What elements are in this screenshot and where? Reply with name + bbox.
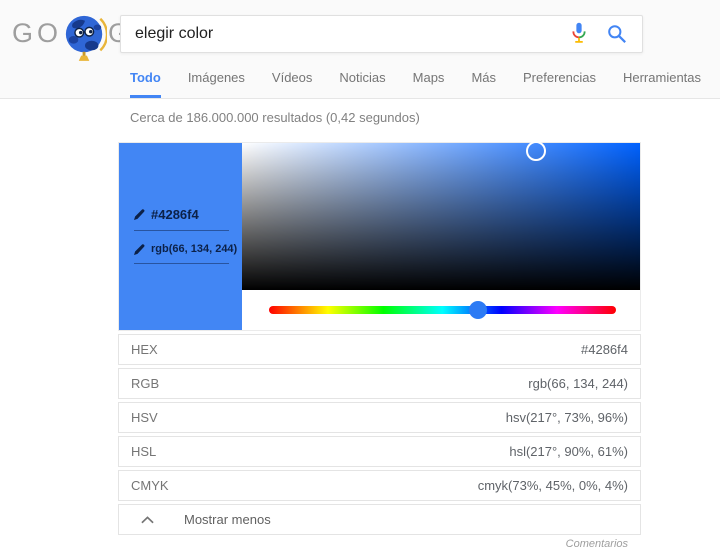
result-stats: Cerca de 186.000.000 resultados (0,42 se… (130, 110, 420, 125)
tab-maps[interactable]: Maps (413, 70, 445, 98)
hex-value-label: #4286f4 (151, 207, 199, 222)
pencil-icon (134, 209, 145, 220)
rgb-value-label: rgb(66, 134, 244) (151, 243, 238, 255)
color-values-table: HEX #4286f4 RGB rgb(66, 134, 244) HSV hs… (118, 334, 641, 535)
table-row-cmyk: CMYK cmyk(73%, 45%, 0%, 4%) (118, 470, 641, 501)
row-value: rgb(66, 134, 244) (528, 376, 628, 391)
saturation-value-gradient[interactable] (242, 141, 640, 290)
search-header: GO GLE (0, 0, 720, 99)
tab-videos[interactable]: Vídeos (272, 70, 312, 98)
logo-text-left: GO (12, 17, 63, 48)
show-less-label: Mostrar menos (184, 512, 271, 527)
google-search-page: GO GLE (0, 0, 720, 560)
hue-slider-track[interactable] (269, 306, 616, 314)
tab-todo[interactable]: Todo (130, 70, 161, 98)
search-input[interactable] (121, 16, 560, 52)
hue-slider-thumb[interactable] (469, 301, 487, 319)
table-row-hsv: HSV hsv(217°, 73%, 96%) (118, 402, 641, 433)
table-row-hsl: HSL hsl(217°, 90%, 61%) (118, 436, 641, 467)
show-less-button[interactable]: Mostrar menos (118, 504, 641, 535)
globe-doodle-icon (65, 15, 108, 61)
microphone-icon (572, 22, 586, 43)
row-label: HEX (131, 342, 158, 357)
hex-edit-field[interactable]: #4286f4 (134, 207, 229, 231)
selected-color-panel: #4286f4 rgb(66, 134, 244) (119, 143, 242, 330)
tab-mas[interactable]: Más (471, 70, 496, 98)
row-label: CMYK (131, 478, 169, 493)
pencil-icon (134, 243, 145, 255)
chevron-up-icon (141, 515, 154, 524)
color-selection-marker[interactable] (526, 141, 546, 161)
color-picker-widget: #4286f4 rgb(66, 134, 244) HEX #4286f4 RG… (118, 141, 641, 538)
tab-preferencias[interactable]: Preferencias (523, 70, 596, 98)
feedback-link[interactable]: Comentarios (566, 538, 628, 550)
row-value: cmyk(73%, 45%, 0%, 4%) (477, 478, 628, 493)
row-value: hsv(217°, 73%, 96%) (505, 410, 628, 425)
rgb-edit-field[interactable]: rgb(66, 134, 244) (134, 243, 237, 264)
row-label: RGB (131, 376, 160, 391)
result-tabs: Todo Imágenes Vídeos Noticias Maps Más P… (130, 70, 701, 98)
row-label: HSL (131, 444, 157, 459)
row-label: HSV (131, 410, 158, 425)
magnifier-icon (608, 25, 626, 43)
row-value: hsl(217°, 90%, 61%) (509, 444, 628, 459)
tab-noticias[interactable]: Noticias (339, 70, 385, 98)
search-submit-button[interactable] (598, 18, 636, 50)
color-picker-canvas-area: #4286f4 rgb(66, 134, 244) (118, 141, 641, 331)
tab-imagenes[interactable]: Imágenes (188, 70, 245, 98)
tab-herramientas[interactable]: Herramientas (623, 70, 701, 98)
table-row-hex: HEX #4286f4 (118, 334, 641, 365)
table-row-rgb: RGB rgb(66, 134, 244) (118, 368, 641, 399)
hue-slider-row (242, 290, 640, 330)
voice-search-button[interactable] (560, 18, 598, 50)
row-value: #4286f4 (581, 342, 628, 357)
search-box (120, 15, 643, 53)
